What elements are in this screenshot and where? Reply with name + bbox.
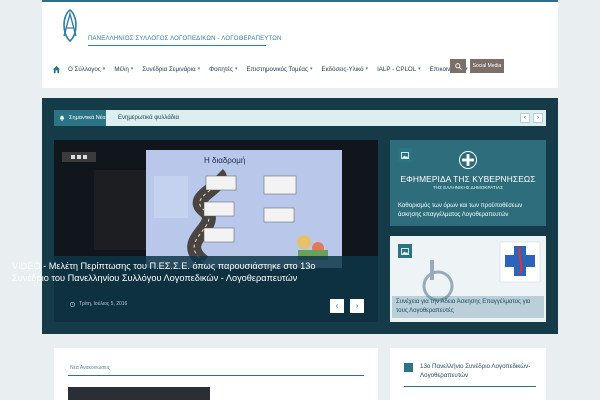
social-media-button[interactable]: Social Media: [470, 59, 504, 73]
document-icon: [404, 363, 413, 372]
nav-item-publications[interactable]: Εκδόσεις-Υλικό ▾: [321, 66, 368, 73]
sidebar-widget: 13ο Πανελλήνιο Συνέδριο Λογοπεδικών-Λογο…: [390, 348, 546, 400]
news-ticker: Σημαντικά Νέα Ενημερωτικά φυλλάδια ‹ ›: [54, 110, 546, 126]
home-icon[interactable]: [52, 65, 61, 74]
widget-link[interactable]: 13ο Πανελλήνιο Συνέδριο Λογοπεδικών-Λογο…: [420, 362, 540, 380]
slide-next-button[interactable]: ›: [350, 299, 364, 313]
slide-heading: Η διαδρομή: [204, 156, 246, 165]
divider: [68, 375, 364, 376]
nav-item-ialp-cplol[interactable]: IALP - CPLOL ▾: [377, 66, 421, 73]
card-caption[interactable]: Συνέχεια για την Άδεια Άσκησης Επαγγέλμα…: [392, 296, 544, 318]
chevron-down-icon: ▾: [197, 66, 201, 72]
featured-date: Τρίτη, Ιούλιος 5, 2016: [70, 301, 127, 307]
org-name: ΠΑΝΕΛΛΗΝΙΟΣ ΣΥΛΛΟΓΟΣ ΛΟΓΟΠΕΔΙΚΩΝ - ΛΟΓΟΘ…: [88, 36, 282, 42]
news-card-gazette[interactable]: ΕΦΗΜΕΡΙΔΑ ΤΗΣ ΚΥΒΕΡΝΗΣΕΩΣ ΤΗΣ ΕΛΛΗΝΙΚΗΣ …: [390, 140, 546, 226]
site-header: ΠΑΝΕΛΛΗΝΙΟΣ ΣΥΛΛΟΓΟΣ ΛΟΓΟΠΕΔΙΚΩΝ - ΛΟΓΟΘ…: [42, 0, 558, 88]
nav-item-conferences[interactable]: Συνέδρια Σεμινάρια ▾: [142, 66, 200, 73]
nav-item-scientific[interactable]: Επιστημονικός Τομέας ▾: [247, 66, 313, 73]
ticker-prev-button[interactable]: ‹: [520, 113, 530, 123]
announcements-block: Νέα Ανακοινώσεις: [54, 348, 378, 400]
chevron-down-icon: ▾: [418, 66, 421, 72]
chevron-down-icon: ▾: [365, 66, 369, 72]
featured-slide[interactable]: Η διαδρομή: [54, 140, 378, 322]
main-nav: Ο Σύλλογος ▾ Μέλη ▾ Συνέδρια Σεμινάρια ▾ Φο…: [52, 63, 477, 75]
video-badge: [62, 152, 96, 162]
chevron-down-icon: ▾: [309, 66, 313, 72]
search-button[interactable]: [450, 59, 466, 73]
announcements-heading[interactable]: Νέα Ανακοινώσεις: [70, 365, 110, 371]
featured-title-link[interactable]: VIDEO - Μελέτη Περίπτωσης του Π.ΕΣ.Σ.Ε. …: [12, 260, 324, 284]
chevron-down-icon: ▾: [130, 66, 134, 72]
image-icon: [398, 244, 412, 258]
nav-item-association[interactable]: Ο Σύλλογος ▾: [68, 66, 105, 73]
nav-item-students[interactable]: Φοιτητές ▾: [209, 66, 237, 73]
logo-underline: [88, 45, 266, 46]
chevron-down-icon: ▾: [235, 66, 238, 72]
clock-icon: [70, 301, 75, 307]
emblem-icon: [459, 151, 477, 169]
ticker-next-button[interactable]: ›: [533, 113, 543, 123]
ticker-label: Σημαντικά Νέα: [54, 110, 106, 126]
slide-prev-button[interactable]: ‹: [330, 299, 344, 313]
announcement-thumbnail[interactable]: [68, 387, 210, 400]
nav-item-members[interactable]: Μέλη ▾: [114, 66, 133, 73]
search-icon: [454, 62, 462, 70]
gazette-title: ΕΦΗΜΕΡΙΔΑ ΤΗΣ ΚΥΒΕΡΝΗΣΕΩΣ: [400, 174, 536, 184]
news-card-license[interactable]: Συνέχεια για την Άδεια Άσκησης Επαγγέλμα…: [390, 236, 546, 322]
image-icon: [398, 148, 412, 162]
gazette-subtitle: ΤΗΣ ΕΛΛΗΝΙΚΗΣ ΔΗΜΟΚΡΑΤΙΑΣ: [433, 185, 503, 190]
divider: [404, 386, 536, 387]
chevron-down-icon: ▾: [102, 66, 106, 72]
ticker-headline[interactable]: Ενημερωτικά φυλλάδια: [118, 110, 179, 126]
bell-icon: [59, 115, 65, 121]
logo-icon[interactable]: [56, 8, 84, 44]
card-caption[interactable]: Καθορισμός των όρων και των προϋποθέσεων…: [398, 202, 542, 220]
